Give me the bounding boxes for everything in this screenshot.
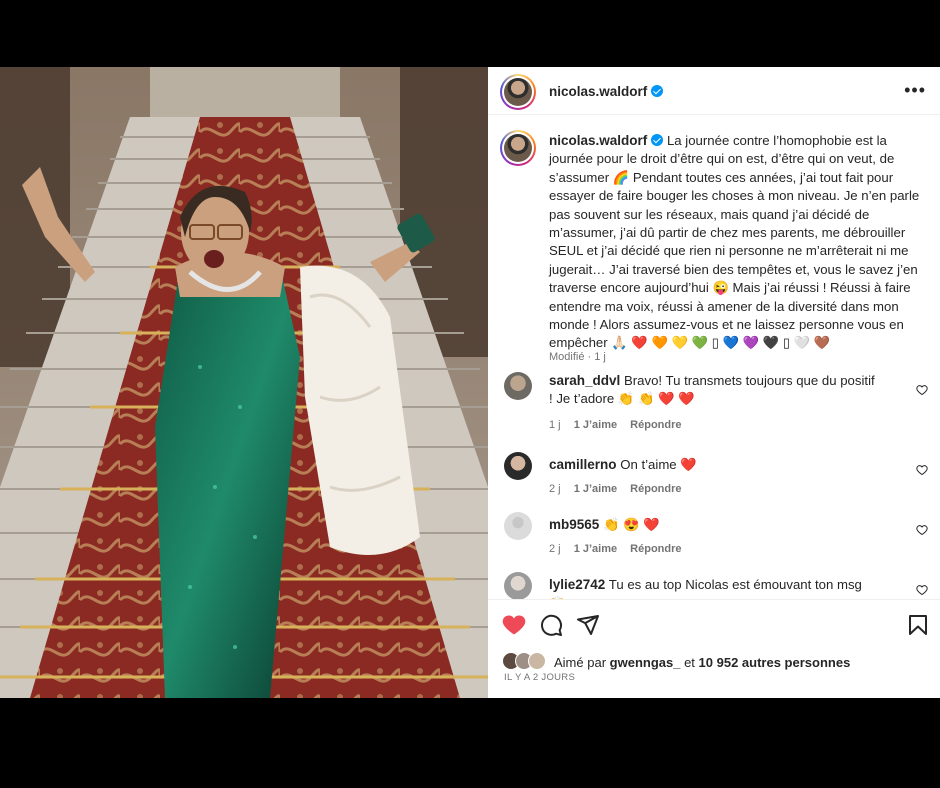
heart-icon[interactable] bbox=[502, 613, 526, 637]
comment-likes-link[interactable]: 1 J’aime bbox=[574, 483, 617, 495]
comment-like-heart-icon[interactable] bbox=[916, 384, 928, 396]
reply-link[interactable]: Répondre bbox=[630, 419, 681, 431]
comment-body: mb9565 👏 😍 ❤️ bbox=[549, 516, 879, 534]
comment-item: mb9565 👏 😍 ❤️ 2 j 1 J’aime Répondre bbox=[500, 512, 928, 562]
comment-age: 2 j bbox=[549, 543, 561, 555]
caption-username[interactable]: nicolas.waldorf bbox=[549, 133, 647, 148]
post-photo[interactable] bbox=[0, 67, 488, 698]
post-side-panel: nicolas.waldorf ••• nicolas.waldorf La j… bbox=[488, 67, 940, 698]
post-window: nicolas.waldorf ••• nicolas.waldorf La j… bbox=[0, 67, 940, 698]
comment-likes-link[interactable]: 1 J’aime bbox=[574, 419, 617, 431]
caption-meta: Modifié · 1 j bbox=[549, 351, 606, 363]
caption-block: nicolas.waldorf La journée contre l’homo… bbox=[549, 132, 927, 353]
comment-username[interactable]: lylie2742 bbox=[549, 577, 605, 592]
comment-text: 👏 😍 ❤️ bbox=[602, 517, 660, 532]
reply-link[interactable]: Répondre bbox=[630, 543, 681, 555]
liker-avatar bbox=[528, 652, 546, 670]
comment-meta: 1 j 1 J’aime Répondre bbox=[549, 419, 692, 431]
verified-icon bbox=[651, 85, 664, 97]
share-icon[interactable] bbox=[576, 613, 600, 637]
comment-body: sarah_ddvl Bravo! Tu transmets toujours … bbox=[549, 372, 879, 409]
comment-age: 1 j bbox=[549, 419, 561, 431]
reply-link[interactable]: Répondre bbox=[630, 483, 681, 495]
post-image bbox=[0, 67, 488, 698]
comment-username[interactable]: mb9565 bbox=[549, 517, 599, 532]
post-action-bar bbox=[488, 600, 940, 650]
comment-item: camillerno On t’aime ❤️ 2 j 1 J’aime Rép… bbox=[500, 452, 928, 502]
comment-avatar[interactable] bbox=[504, 572, 532, 599]
caption-text: La journée contre l’homophobie est la jo… bbox=[549, 133, 920, 351]
comment-body: lylie2742 Tu es au top Nicolas est émouv… bbox=[549, 576, 879, 599]
comment-like-heart-icon[interactable] bbox=[916, 584, 928, 596]
likes-text: Aimé par gwenngas_ et 10 952 autres pers… bbox=[554, 655, 850, 670]
author-avatar[interactable] bbox=[500, 74, 536, 110]
caption-author-avatar[interactable] bbox=[500, 130, 536, 166]
comment-meta: 2 j 1 J’aime Répondre bbox=[549, 483, 692, 495]
comment-text: On t’aime ❤️ bbox=[620, 457, 697, 472]
post-header: nicolas.waldorf ••• bbox=[488, 67, 940, 115]
more-icon[interactable]: ••• bbox=[904, 81, 926, 99]
comment-body: camillerno On t’aime ❤️ bbox=[549, 456, 879, 474]
likes-first-user[interactable]: gwenngas_ bbox=[610, 655, 681, 670]
comment-like-heart-icon[interactable] bbox=[916, 464, 928, 476]
comment-like-heart-icon[interactable] bbox=[916, 524, 928, 536]
comment-avatar[interactable] bbox=[504, 512, 532, 540]
comment-item: lylie2742 Tu es au top Nicolas est émouv… bbox=[500, 572, 928, 599]
comment-username[interactable]: sarah_ddvl bbox=[549, 373, 620, 388]
edited-label: Modifié bbox=[549, 351, 585, 363]
comment-avatar[interactable] bbox=[504, 372, 532, 400]
verified-icon bbox=[651, 134, 664, 146]
author-username[interactable]: nicolas.waldorf bbox=[549, 84, 647, 99]
comment-meta: 2 j 1 J’aime Répondre bbox=[549, 543, 692, 555]
comment-item: sarah_ddvl Bravo! Tu transmets toujours … bbox=[500, 372, 928, 432]
comments-scroll-area[interactable]: nicolas.waldorf La journée contre l’homo… bbox=[488, 116, 940, 600]
likes-count[interactable]: 10 952 autres personnes bbox=[699, 655, 851, 670]
comment-icon[interactable] bbox=[539, 613, 563, 637]
likes-summary[interactable]: Aimé par gwenngas_ et 10 952 autres pers… bbox=[502, 650, 932, 674]
likes-middle: et bbox=[684, 655, 695, 670]
post-date: IL Y A 2 JOURS bbox=[504, 672, 576, 683]
comment-age: 2 j bbox=[549, 483, 561, 495]
comment-username[interactable]: camillerno bbox=[549, 457, 617, 472]
save-icon[interactable] bbox=[906, 613, 930, 637]
liker-avatars bbox=[502, 652, 552, 672]
caption-age: 1 j bbox=[594, 351, 606, 363]
likes-prefix: Aimé par bbox=[554, 655, 607, 670]
comment-avatar[interactable] bbox=[504, 452, 532, 480]
comment-likes-link[interactable]: 1 J’aime bbox=[574, 543, 617, 555]
